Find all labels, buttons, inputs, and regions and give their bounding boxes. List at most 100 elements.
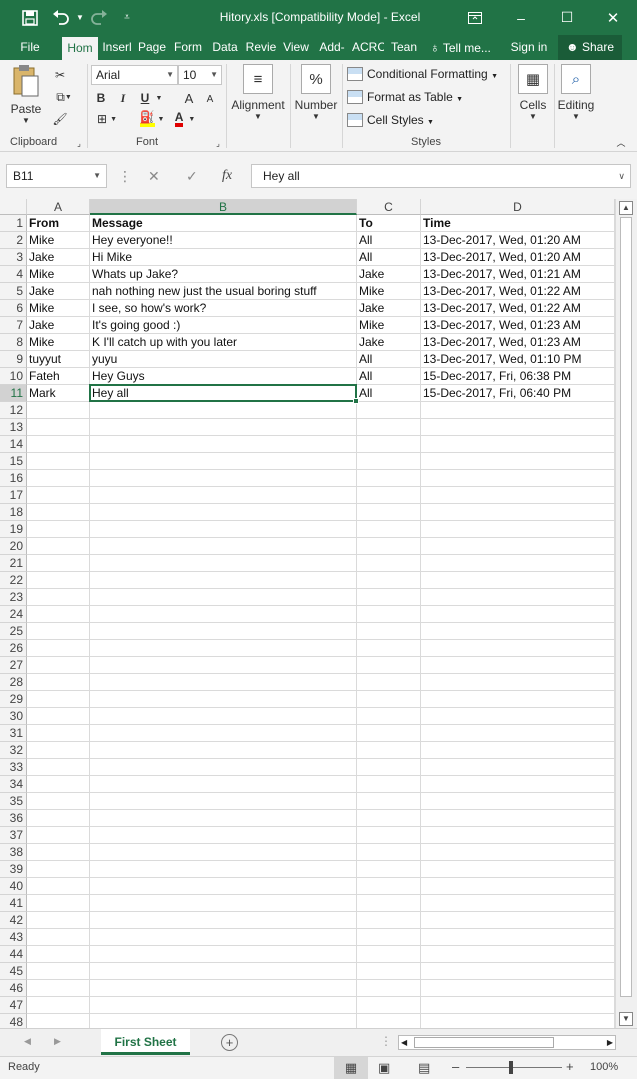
table-cell[interactable] [421,810,615,827]
table-cell[interactable]: Jake [27,317,90,334]
row-header[interactable]: 39 [0,861,27,878]
maximize-button[interactable]: ☐ [544,0,590,35]
table-cell[interactable]: Jake [27,283,90,300]
table-cell[interactable] [357,1014,421,1028]
table-cell[interactable] [27,521,90,538]
table-cell[interactable] [357,742,421,759]
table-cell[interactable] [90,776,357,793]
row-header[interactable]: 46 [0,980,27,997]
row-header[interactable]: 27 [0,657,27,674]
tab-split-grip-icon[interactable]: ⋮ [380,1034,392,1048]
table-cell[interactable] [421,487,615,504]
undo-icon[interactable] [48,0,74,35]
table-cell[interactable] [357,708,421,725]
header-cell[interactable]: To [357,215,421,232]
enter-icon[interactable]: ✓ [186,164,198,188]
table-cell[interactable] [357,980,421,997]
table-cell[interactable] [27,844,90,861]
table-cell[interactable]: Jake [27,249,90,266]
table-cell[interactable] [27,1014,90,1028]
format-painter-icon[interactable]: 🖌 [50,110,70,128]
insert-function-icon[interactable]: fx [222,164,232,188]
table-cell[interactable] [90,929,357,946]
shrink-font-button[interactable]: A [203,91,217,107]
table-cell[interactable] [357,691,421,708]
row-header[interactable]: 30 [0,708,27,725]
table-cell[interactable] [357,606,421,623]
tab-acrobat[interactable]: ACRC [352,35,384,60]
table-cell[interactable] [27,776,90,793]
table-cell[interactable] [27,793,90,810]
table-cell[interactable] [27,640,90,657]
tab-file[interactable]: File [12,35,48,60]
table-cell[interactable] [421,402,615,419]
table-cell[interactable] [357,538,421,555]
tell-me-search[interactable]: ♁ Tell me... [430,35,500,60]
header-cell[interactable]: From [27,215,90,232]
vertical-scrollbar[interactable]: ▲ ▼ [615,199,637,1028]
table-cell[interactable] [90,521,357,538]
row-header[interactable]: 33 [0,759,27,776]
underline-dropdown-icon[interactable]: ▼ [154,89,164,107]
table-cell[interactable] [90,674,357,691]
table-cell[interactable] [27,810,90,827]
table-cell[interactable] [90,657,357,674]
paste-button[interactable]: Paste ▼ [6,64,46,125]
table-cell[interactable] [421,453,615,470]
table-cell[interactable] [421,997,615,1014]
table-cell[interactable]: 13-Dec-2017, Wed, 01:20 AM [421,232,615,249]
normal-view-icon[interactable]: ▦ [334,1057,368,1079]
table-cell[interactable] [27,487,90,504]
zoom-level[interactable]: 100% [590,1061,618,1073]
row-header[interactable]: 6 [0,300,27,317]
table-cell[interactable] [357,470,421,487]
borders-button[interactable]: ⊞ ▼ [93,110,121,128]
table-cell[interactable]: 13-Dec-2017, Wed, 01:10 PM [421,351,615,368]
table-cell[interactable] [90,946,357,963]
table-cell[interactable] [421,657,615,674]
table-cell[interactable] [357,844,421,861]
worksheet-grid[interactable]: A B C D 1 From Message To Time 2 Mike Hey everyone!… [0,199,615,1028]
tab-team[interactable]: Tean [387,35,421,60]
table-cell[interactable]: yuyu [90,351,357,368]
row-header[interactable]: 13 [0,419,27,436]
share-button[interactable]: ☻ Share [558,35,622,60]
row-header[interactable]: 2 [0,232,27,249]
table-cell[interactable] [27,538,90,555]
row-header[interactable]: 18 [0,504,27,521]
row-header[interactable]: 25 [0,623,27,640]
close-button[interactable]: ✕ [590,0,636,35]
column-header-b[interactable]: B [90,199,357,215]
sign-in-link[interactable]: Sign in [506,35,552,60]
row-header[interactable]: 28 [0,674,27,691]
table-cell[interactable] [421,555,615,572]
row-header[interactable]: 17 [0,487,27,504]
tab-review[interactable]: Revie [245,35,277,60]
table-cell[interactable] [421,691,615,708]
row-header[interactable]: 48 [0,1014,27,1028]
zoom-in-button[interactable]: + [566,1059,574,1074]
row-header[interactable]: 21 [0,555,27,572]
table-cell[interactable] [357,640,421,657]
table-cell[interactable] [421,946,615,963]
table-cell[interactable] [421,419,615,436]
table-cell[interactable] [90,895,357,912]
table-cell[interactable]: 13-Dec-2017, Wed, 01:22 AM [421,300,615,317]
table-cell[interactable] [27,402,90,419]
next-sheet-icon[interactable]: ▶ [54,1036,61,1047]
table-cell[interactable] [90,640,357,657]
table-cell[interactable] [357,419,421,436]
column-header-d[interactable]: D [421,199,615,215]
table-cell[interactable]: Mike [27,232,90,249]
table-cell[interactable] [421,759,615,776]
table-cell[interactable] [90,878,357,895]
table-cell[interactable] [357,946,421,963]
table-cell[interactable]: 13-Dec-2017, Wed, 01:23 AM [421,334,615,351]
table-cell[interactable]: All [357,249,421,266]
row-header[interactable]: 32 [0,742,27,759]
font-name-combo[interactable]: Arial ▼ [91,65,178,85]
table-cell[interactable] [421,1014,615,1028]
row-header[interactable]: 20 [0,538,27,555]
font-launcher-icon[interactable]: ⌟ [213,138,223,148]
prev-sheet-icon[interactable]: ◀ [24,1036,31,1047]
